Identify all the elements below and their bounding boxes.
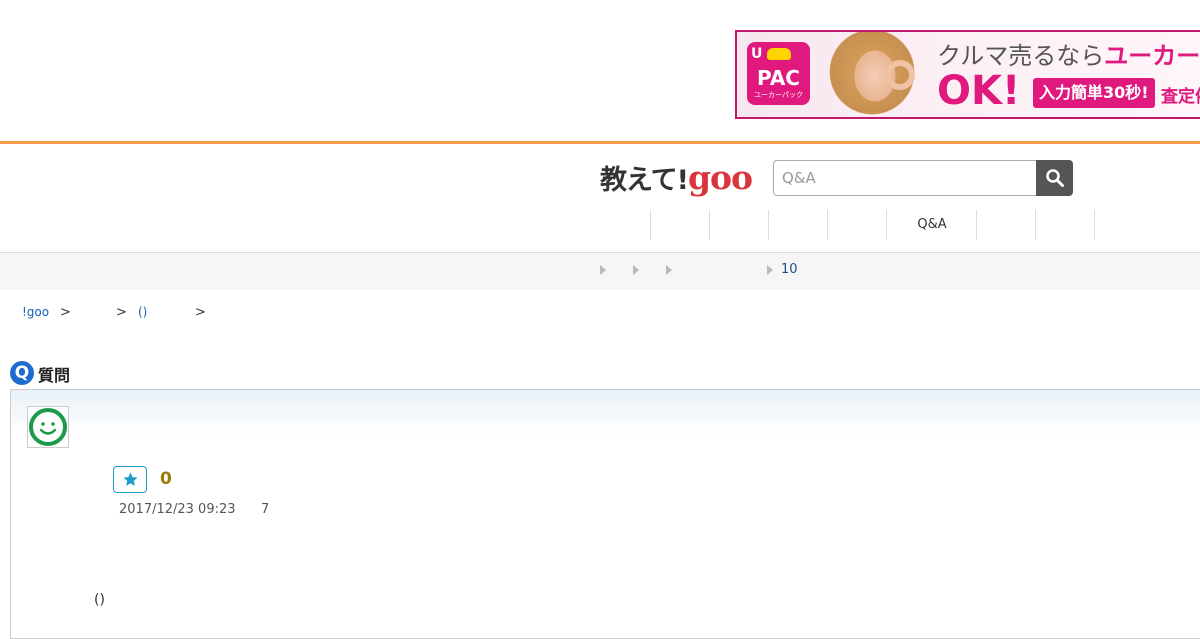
star-icon (123, 472, 138, 486)
caret-right-icon (767, 265, 773, 275)
caret-right-icon (666, 265, 672, 275)
nav-tab-7[interactable] (1035, 210, 1095, 240)
smiley-icon (29, 408, 67, 446)
question-body: () (94, 592, 105, 608)
site-logo-jp: 教えて! (600, 165, 689, 196)
nav-tab-6[interactable] (976, 210, 1036, 240)
site-logo-goo: goo (687, 158, 753, 197)
caret-right-icon (600, 265, 606, 275)
nav-tab-2[interactable] (709, 210, 769, 240)
ad-logo-u: U (751, 46, 763, 62)
ad-headline-prefix: クルマ売るなら (937, 42, 1105, 70)
nav-tab-1[interactable] (650, 210, 710, 240)
search-button[interactable] (1036, 160, 1073, 196)
breadcrumb-separator: > (60, 305, 71, 320)
caret-right-icon (633, 265, 639, 275)
post-views: 7 (261, 502, 270, 517)
breadcrumb-category[interactable]: () (138, 305, 147, 319)
ad-banner[interactable]: U PAC ユーカーパック クルマ売るならユーカー OK! 入力簡単30秒! 査… (735, 30, 1200, 119)
nav-tab-qa[interactable]: Q&A (886, 210, 977, 240)
like-count: 0 (160, 469, 172, 489)
ad-ok-text: OK! (937, 68, 1021, 114)
ad-tag: 入力簡単30秒! (1033, 78, 1155, 108)
site-logo[interactable]: 教えて!goo (600, 158, 753, 198)
question-badge-icon: Q (10, 361, 34, 385)
car-icon (767, 48, 791, 60)
ad-logo-small: ユーカーパック (754, 91, 803, 99)
ad-model-image (817, 32, 927, 117)
ad-more-text: 査定依 (1161, 87, 1200, 107)
breadcrumb-separator: > (195, 305, 206, 320)
ad-headline: クルマ売るならユーカー (937, 36, 1200, 71)
nav-tab-3[interactable] (768, 210, 827, 240)
search-input[interactable] (773, 160, 1037, 196)
search-icon (1046, 169, 1064, 187)
ad-headline-brand: ユーカー (1104, 42, 1200, 70)
breadcrumb-home[interactable]: !goo (22, 305, 49, 319)
ad-logo: U PAC ユーカーパック (747, 42, 810, 105)
post-date: 2017/12/23 09:23 (119, 502, 236, 517)
avatar[interactable] (27, 406, 69, 448)
header-accent-line (0, 141, 1200, 144)
ok-hand-image (885, 60, 915, 90)
nav-tab-4[interactable] (827, 210, 886, 240)
sub-nav-number[interactable]: 10 (781, 262, 798, 277)
ad-logo-pac: PAC (757, 66, 800, 90)
breadcrumb-separator: > (116, 305, 127, 320)
question-title: 質問 (38, 366, 71, 385)
like-button[interactable] (113, 466, 147, 493)
